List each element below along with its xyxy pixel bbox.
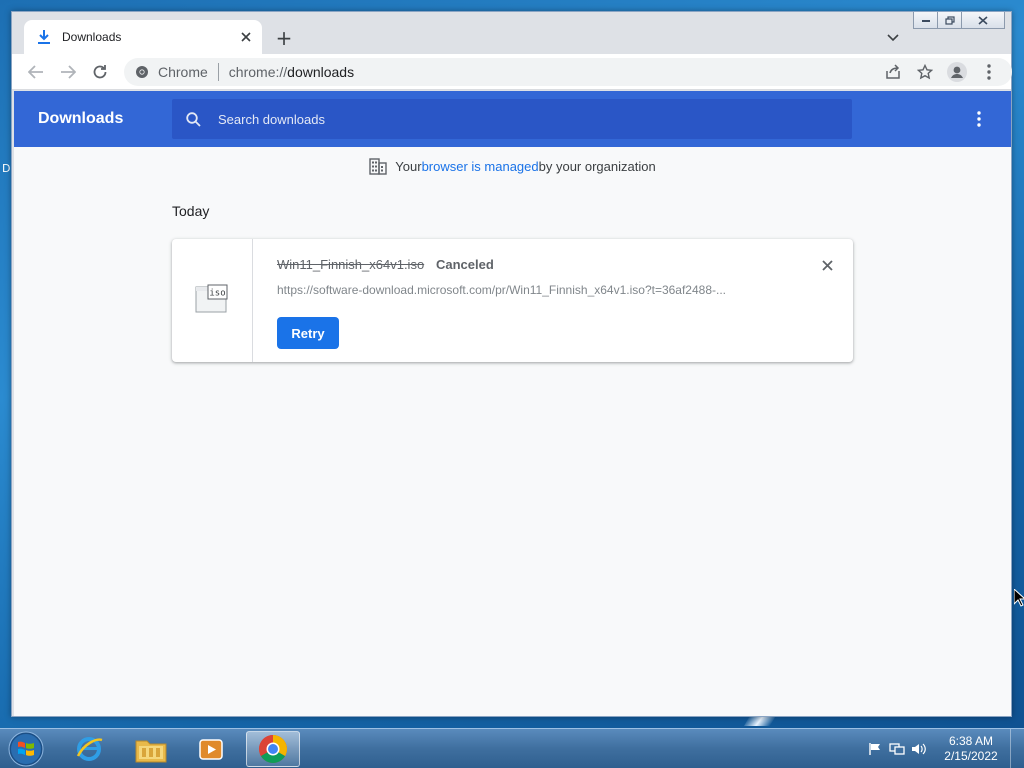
- retry-button[interactable]: Retry: [277, 317, 339, 349]
- toolbar-right-tools: [877, 58, 1005, 86]
- desktop-edge-label: D: [2, 162, 11, 175]
- bookmark-star-icon[interactable]: [909, 58, 941, 86]
- remove-item-icon[interactable]: [817, 255, 837, 275]
- chrome-logo-icon: [134, 64, 150, 80]
- managed-suffix: by your organization: [538, 158, 656, 174]
- start-button[interactable]: [6, 730, 46, 768]
- page-title: Downloads: [38, 110, 124, 127]
- system-tray: 6:38 AM 2/15/2022: [864, 729, 1024, 768]
- tab-strip: Downloads +: [12, 12, 1011, 54]
- tab-title: Downloads: [62, 30, 122, 44]
- back-arrow-icon[interactable]: [22, 58, 50, 86]
- clock-date: 2/15/2022: [944, 749, 998, 763]
- taskbar: 6:38 AM 2/15/2022: [0, 728, 1024, 768]
- download-source-url[interactable]: https://software-download.microsoft.com/…: [277, 283, 777, 297]
- profile-avatar-icon[interactable]: [941, 58, 973, 86]
- share-icon[interactable]: [877, 58, 909, 86]
- minimize-button[interactable]: [913, 12, 938, 29]
- mouse-cursor-icon: [1013, 587, 1024, 611]
- iso-label-text: iso: [209, 288, 225, 298]
- window-controls: [913, 12, 1005, 29]
- managed-prefix: Your: [395, 158, 422, 174]
- managed-link[interactable]: browser is managed: [422, 159, 539, 174]
- building-icon: [369, 157, 387, 175]
- file-icon-column: iso: [172, 239, 253, 362]
- date-section-heading: Today: [172, 203, 210, 219]
- file-explorer-icon[interactable]: [124, 731, 178, 767]
- download-status: Canceled: [436, 257, 494, 272]
- system-clock[interactable]: 6:38 AM 2/15/2022: [936, 734, 1006, 764]
- tab-downloads[interactable]: Downloads: [24, 20, 262, 54]
- clock-time: 6:38 AM: [948, 734, 994, 748]
- downloads-header: Downloads: [14, 91, 1011, 147]
- search-box[interactable]: [172, 99, 852, 139]
- url-path: downloads: [287, 64, 355, 80]
- browser-menu-icon[interactable]: [973, 58, 1005, 86]
- downloads-menu-icon[interactable]: [969, 109, 989, 129]
- managed-notice: Your browser is managed by your organiza…: [14, 157, 1011, 175]
- restore-button[interactable]: [937, 12, 962, 29]
- tab-search-chevron-icon[interactable]: [883, 28, 903, 48]
- download-icon: [36, 29, 52, 45]
- iso-file-icon: iso: [195, 284, 229, 318]
- close-window-button[interactable]: [961, 12, 1005, 29]
- download-item-card: iso Win11_Finnish_x64v1.iso Canceled htt…: [172, 239, 853, 362]
- downloads-page: Downloads Your browser is managed by you…: [14, 91, 1011, 716]
- browser-toolbar: Chrome chrome://downloads: [12, 54, 1012, 90]
- new-tab-button[interactable]: +: [272, 26, 296, 50]
- network-icon[interactable]: [886, 738, 908, 760]
- internet-explorer-icon[interactable]: [62, 731, 116, 767]
- search-icon: [186, 111, 202, 127]
- tab-close-icon[interactable]: [236, 27, 256, 47]
- media-player-icon[interactable]: [184, 731, 238, 767]
- action-center-flag-icon[interactable]: [864, 738, 886, 760]
- site-chip-label: Chrome: [158, 64, 208, 80]
- reload-icon[interactable]: [86, 58, 114, 86]
- download-file-name[interactable]: Win11_Finnish_x64v1.iso: [277, 257, 424, 272]
- forward-arrow-icon[interactable]: [54, 58, 82, 86]
- chrome-icon[interactable]: [246, 731, 300, 767]
- search-input[interactable]: [218, 111, 852, 127]
- browser-window: Downloads + Chrome chrome://downloads Do…: [11, 11, 1012, 717]
- show-desktop-button[interactable]: [1010, 729, 1024, 768]
- url-scheme: chrome://: [228, 64, 288, 80]
- omnibox-separator: [217, 63, 219, 81]
- volume-icon[interactable]: [908, 738, 930, 760]
